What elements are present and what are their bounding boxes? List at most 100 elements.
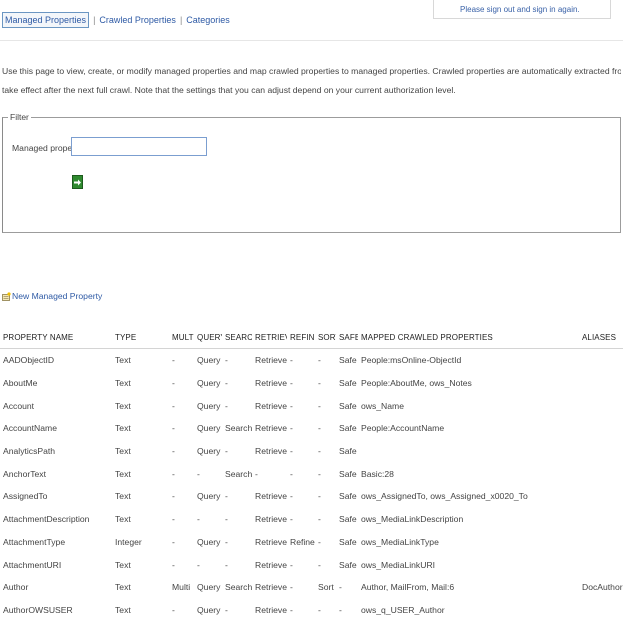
cell-query: -	[197, 514, 200, 525]
cell-property-name[interactable]: AnalyticsPath	[0, 440, 112, 463]
cell-search: -	[225, 355, 228, 366]
cell-aliases: DocAuthor	[582, 582, 623, 593]
column-header-search[interactable]: SEARCH	[222, 326, 252, 349]
cell-refine: -	[290, 514, 293, 525]
cell-multi: -	[172, 423, 175, 434]
cell-sort: -	[318, 468, 321, 479]
cell-property-name[interactable]: AttachmentType	[0, 531, 112, 554]
table-row: Account Text - Query - Retrieve - - Safe ows_Name	[0, 394, 623, 417]
column-header-retrieve[interactable]: RETRIEVE	[252, 326, 287, 349]
cell-mapped-crawled-properties	[358, 440, 579, 463]
new-managed-property-link[interactable]: New Managed Property	[2, 291, 102, 301]
column-header-query[interactable]: QUERY	[194, 326, 222, 349]
column-header-refine[interactable]: REFINE	[287, 326, 315, 349]
column-header-type[interactable]: TYPE	[112, 326, 169, 349]
cell-type: Integer	[115, 536, 142, 547]
filter-go-button[interactable]	[72, 175, 83, 189]
cell-property-name[interactable]: Author	[0, 576, 112, 599]
cell-property-name[interactable]: AADObjectID	[0, 349, 112, 372]
managed-property-input[interactable]	[71, 137, 207, 156]
cell-aliases	[579, 599, 623, 622]
cell-type: Text	[115, 446, 131, 457]
cell-aliases	[579, 553, 623, 576]
new-managed-property-label: New Managed Property	[12, 291, 103, 301]
cell-property-name[interactable]: AccountName	[0, 417, 112, 440]
cell-query: Query	[197, 582, 221, 593]
tab-categories[interactable]: Categories	[186, 15, 230, 25]
column-header-aliases[interactable]: ALIASES	[579, 326, 623, 349]
cell-sort: -	[318, 491, 321, 502]
cell-retrieve: Retrieve	[255, 491, 287, 502]
cell-query: Query	[197, 446, 221, 457]
cell-property-name[interactable]: AssignedTo	[0, 485, 112, 508]
cell-retrieve: Retrieve	[255, 400, 287, 411]
cell-retrieve: Retrieve	[255, 378, 287, 389]
cell-search: -	[225, 514, 228, 525]
table-header-row: PROPERTY NAME TYPE MULTI QUERY SEARCH RE…	[0, 326, 623, 349]
column-header-multi[interactable]: MULTI	[169, 326, 194, 349]
tab-separator: |	[93, 15, 96, 25]
cell-type: Text	[115, 491, 131, 502]
cell-refine: -	[290, 423, 293, 434]
table-row: AttachmentDescription Text - - - Retrieve - - Sa…	[0, 508, 623, 531]
column-header-mapped-crawled-properties[interactable]: MAPPED CRAWLED PROPERTIES	[358, 326, 579, 349]
table-row: AboutMe Text - Query - Retrieve - - Safe People:A…	[0, 372, 623, 395]
table-row: AuthorOWSUSER Text - Query - Retrieve - - - ows_q…	[0, 599, 623, 622]
column-header-safe[interactable]: SAFE	[336, 326, 358, 349]
cell-multi: Multi	[172, 582, 191, 593]
tab-managed-properties[interactable]: Managed Properties	[2, 12, 90, 28]
cell-mapped-crawled-properties[interactable]: ows_AssignedTo, ows_Assigned_x0020_To	[358, 485, 579, 508]
cell-type: Text	[115, 604, 131, 615]
cell-search: Search	[225, 582, 252, 593]
cell-safe: -	[339, 582, 342, 593]
description-line-1: Use this page to view, create, or modify…	[2, 66, 621, 76]
column-header-property-name[interactable]: PROPERTY NAME	[0, 326, 112, 349]
table-row: AccountName Text - Query Search Retrieve - - Saf…	[0, 417, 623, 440]
cell-property-name[interactable]: AuthorOWSUSER	[0, 599, 112, 622]
cell-refine: -	[290, 400, 293, 411]
cell-property-name[interactable]: AboutMe	[0, 372, 112, 395]
cell-property-name[interactable]: AttachmentDescription	[0, 508, 112, 531]
cell-mapped-crawled-properties[interactable]: ows_MediaLinkURI	[358, 553, 579, 576]
cell-multi: -	[172, 400, 175, 411]
cell-retrieve: Retrieve	[255, 559, 287, 570]
cell-query: Query	[197, 536, 221, 547]
cell-mapped-crawled-properties[interactable]: People:AccountName	[358, 417, 579, 440]
cell-refine: -	[290, 446, 293, 457]
cell-aliases	[579, 462, 623, 485]
cell-query: Query	[197, 355, 221, 366]
cell-mapped-crawled-properties[interactable]: ows_q_USER_Author	[358, 599, 579, 622]
cell-search: -	[225, 400, 228, 411]
divider	[0, 40, 623, 41]
cell-mapped-crawled-properties[interactable]: ows_MediaLinkType	[358, 531, 579, 554]
column-header-sort[interactable]: SORT	[315, 326, 336, 349]
cell-mapped-crawled-properties[interactable]: Basic:28	[358, 462, 579, 485]
table-row: AnchorText Text - - Search - - - Safe Basic:28	[0, 462, 623, 485]
cell-mapped-crawled-properties[interactable]: Author, MailFrom, Mail:6	[358, 576, 579, 599]
cell-refine: -	[290, 355, 293, 366]
cell-sort: -	[318, 514, 321, 525]
cell-property-name[interactable]: Account	[0, 394, 112, 417]
cell-multi: -	[172, 514, 175, 525]
cell-property-name[interactable]: AnchorText	[0, 462, 112, 485]
cell-multi: -	[172, 446, 175, 457]
cell-sort: Sort	[318, 582, 334, 593]
cell-aliases	[579, 372, 623, 395]
cell-mapped-crawled-properties[interactable]: ows_Name	[358, 394, 579, 417]
cell-retrieve: Retrieve	[255, 536, 287, 547]
cell-search: -	[225, 536, 228, 547]
tab-crawled-properties[interactable]: Crawled Properties	[99, 15, 176, 25]
cell-aliases	[579, 485, 623, 508]
cell-type: Text	[115, 400, 131, 411]
cell-sort: -	[318, 400, 321, 411]
cell-mapped-crawled-properties[interactable]: ows_MediaLinkDescription	[358, 508, 579, 531]
cell-type: Text	[115, 559, 131, 570]
cell-refine: -	[290, 582, 293, 593]
cell-type: Text	[115, 423, 131, 434]
cell-safe: Safe	[339, 423, 357, 434]
signin-notice-text[interactable]: Please sign out and sign in again.	[460, 5, 580, 14]
cell-property-name[interactable]: AttachmentURI	[0, 553, 112, 576]
cell-mapped-crawled-properties[interactable]: People:msOnline-ObjectId	[358, 349, 579, 372]
cell-multi: -	[172, 604, 175, 615]
cell-mapped-crawled-properties[interactable]: People:AboutMe, ows_Notes	[358, 372, 579, 395]
